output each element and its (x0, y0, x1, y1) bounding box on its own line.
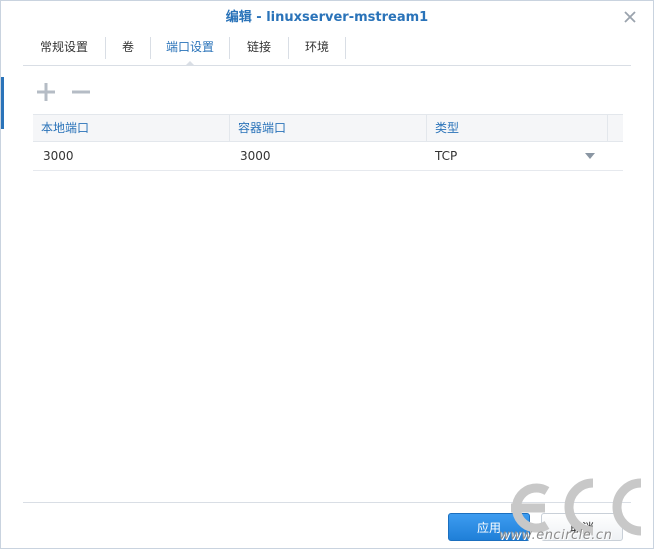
plus-icon[interactable] (35, 81, 57, 103)
tab-port-settings[interactable]: 端口设置 (151, 35, 229, 66)
dialog-title: 编辑 - linuxserver-mstream1 (225, 10, 429, 25)
watermark-text: www.encircle.cn (499, 528, 613, 543)
chevron-down-icon[interactable] (585, 153, 595, 159)
port-grid: 本地端口 容器端口 类型 3000 3000 TCP (33, 114, 623, 171)
column-header-container-port[interactable]: 容器端口 (230, 115, 426, 141)
column-header-local-port[interactable]: 本地端口 (33, 115, 229, 141)
grid-header: 本地端口 容器端口 类型 (33, 114, 623, 142)
edit-dialog: 编辑 - linuxserver-mstream1 常规设置 卷 端口设置 链接… (0, 0, 654, 549)
column-header-type[interactable]: 类型 (427, 115, 607, 141)
cell-type[interactable]: TCP (425, 142, 605, 170)
close-icon[interactable] (623, 10, 637, 24)
left-accent-bar (1, 77, 4, 129)
tab-divider (345, 37, 346, 59)
tab-links[interactable]: 链接 (230, 35, 288, 59)
tab-volume[interactable]: 卷 (106, 35, 150, 59)
cell-local-port[interactable]: 3000 (33, 142, 229, 170)
tab-environment[interactable]: 环境 (289, 35, 345, 59)
footer-divider (23, 502, 631, 503)
tab-general[interactable]: 常规设置 (23, 35, 105, 59)
table-row[interactable]: 3000 3000 TCP (33, 142, 623, 171)
minus-icon[interactable] (70, 81, 92, 103)
column-divider (607, 115, 608, 141)
tab-bar: 常规设置 卷 端口设置 链接 环境 (23, 35, 631, 66)
cell-container-port[interactable]: 3000 (230, 142, 426, 170)
